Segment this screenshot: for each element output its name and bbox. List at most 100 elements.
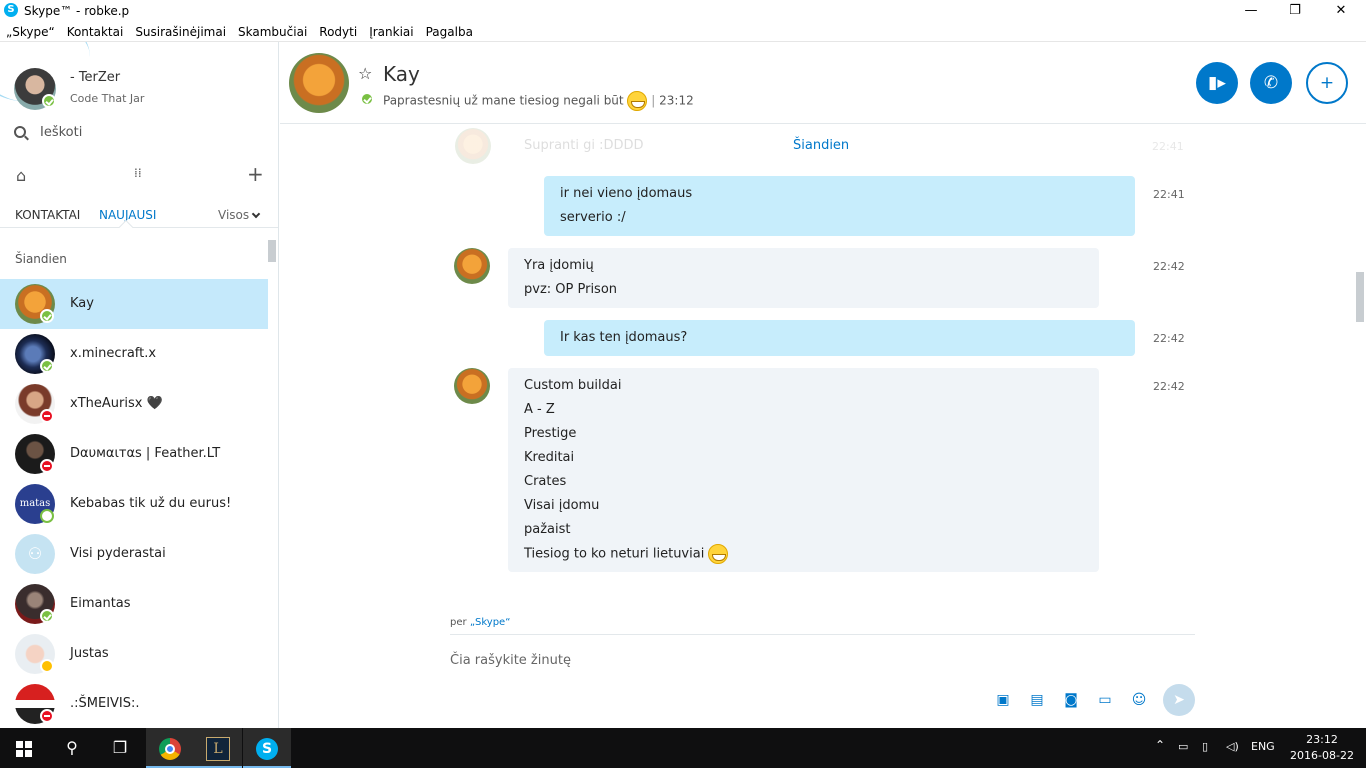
contact-item[interactable]: .:ŠMEIVIS:. bbox=[0, 679, 268, 728]
avatar[interactable] bbox=[454, 368, 490, 404]
sidebar: - TerZer Code That Jar Ieškoti ⌂ ⁞⁞ + KO… bbox=[0, 42, 279, 728]
menu-skype[interactable]: „Skype“ bbox=[0, 22, 61, 42]
conversation-scrollbar[interactable] bbox=[1356, 272, 1364, 322]
message-input[interactable]: Čia rašykite žinutę bbox=[450, 653, 571, 668]
online-status-icon bbox=[42, 94, 56, 108]
restore-button[interactable]: ❐ bbox=[1272, 0, 1318, 22]
menu-conversations[interactable]: Susirašinėjimai bbox=[129, 22, 232, 42]
title-bar: S Skype™ - robke.p — ❐ ✕ bbox=[0, 0, 1366, 22]
search-taskbar-icon[interactable]: ⚲ bbox=[48, 728, 96, 768]
contact-tabs: KONTAKTAI NAUJAUSI Visos bbox=[0, 204, 278, 235]
offline-status-icon bbox=[40, 509, 54, 523]
tab-contacts[interactable]: KONTAKTAI bbox=[15, 208, 80, 222]
contact-item[interactable]: matas Kebabas tik už du eurus! bbox=[0, 479, 268, 529]
via-prefix: per bbox=[450, 617, 467, 628]
message-line: Crates bbox=[524, 474, 567, 489]
search-box[interactable]: Ieškoti bbox=[14, 122, 264, 146]
video-call-button[interactable]: ▮▸ bbox=[1196, 62, 1238, 104]
favorite-star-icon[interactable]: ☆ bbox=[358, 64, 372, 83]
contact-item[interactable]: Eimantas bbox=[0, 579, 268, 629]
volume-icon[interactable]: ◁) bbox=[1226, 740, 1239, 753]
skype-taskbar-icon[interactable]: S bbox=[243, 728, 291, 768]
search-input[interactable]: Ieškoti bbox=[40, 125, 82, 140]
tab-recent[interactable]: NAUJAUSI bbox=[99, 208, 156, 222]
sidebar-scrollbar[interactable] bbox=[268, 240, 276, 262]
day-separator: Šiandien bbox=[793, 138, 850, 153]
video-message-icon[interactable]: ◙ bbox=[1061, 692, 1081, 710]
contact-item[interactable]: xTheAurisx 🖤 bbox=[0, 379, 268, 429]
clock[interactable]: 23:12 2016-08-22 bbox=[1290, 732, 1354, 764]
message-line: ir nei vieno įdomaus bbox=[560, 186, 693, 201]
show-hidden-icons[interactable]: ⌃ bbox=[1155, 738, 1165, 752]
message-list[interactable]: Supranti gi :DDDD 22:41 Šiandien ir nei … bbox=[450, 124, 1195, 594]
busy-status-icon bbox=[40, 409, 54, 423]
close-button[interactable]: ✕ bbox=[1318, 0, 1364, 22]
contact-name: xTheAurisx 🖤 bbox=[70, 396, 163, 411]
minimize-button[interactable]: — bbox=[1228, 0, 1274, 22]
network-icon[interactable]: ▯ bbox=[1202, 740, 1208, 753]
contact-list: Kay x.minecraft.x xTheAurisx 🖤 Dαυмαιтαѕ… bbox=[0, 279, 268, 728]
contact-item[interactable]: Kay bbox=[0, 279, 268, 329]
tab-indicator bbox=[118, 219, 134, 235]
chrome-icon[interactable] bbox=[146, 728, 194, 768]
online-status-icon bbox=[360, 92, 374, 106]
menu-help[interactable]: Pagalba bbox=[420, 22, 479, 42]
send-photo-icon[interactable]: ▣ bbox=[993, 692, 1013, 710]
audio-call-button[interactable]: ✆ bbox=[1250, 62, 1292, 104]
message-line: pvz: OP Prison bbox=[524, 282, 618, 297]
via-link[interactable]: „Skype“ bbox=[470, 617, 511, 628]
menu-contacts[interactable]: Kontaktai bbox=[61, 22, 130, 42]
filter-dropdown[interactable]: Visos bbox=[218, 208, 261, 222]
start-button[interactable] bbox=[0, 728, 48, 768]
section-header-today: Šiandien bbox=[15, 252, 67, 266]
faded-time: 22:41 bbox=[1152, 140, 1184, 153]
contact-item[interactable]: ⚇ Visi pyderastai bbox=[0, 529, 268, 579]
window-title: Skype™ - robke.p bbox=[24, 4, 130, 18]
profile-mood[interactable]: Code That Jar bbox=[70, 92, 144, 105]
send-file-icon[interactable]: ▤ bbox=[1027, 692, 1047, 710]
message-time: 22:42 bbox=[1153, 380, 1185, 393]
mood-text: Paprastesnių už mane tiesiog negali būt bbox=[383, 93, 624, 108]
send-contact-icon[interactable]: ▭ bbox=[1095, 692, 1115, 710]
emoticon-icon[interactable]: ☺ bbox=[1129, 692, 1149, 710]
outgoing-message[interactable]: ir nei vieno įdomaus serverio :/ bbox=[544, 176, 1135, 236]
menu-tools[interactable]: Įrankiai bbox=[363, 22, 419, 42]
avatar[interactable] bbox=[454, 248, 490, 284]
message-line: Yra įdomių bbox=[524, 258, 594, 273]
contact-name: x.minecraft.x bbox=[70, 346, 157, 361]
message-line: Custom buildai bbox=[524, 378, 622, 393]
contact-name: Justas bbox=[70, 646, 109, 661]
mood-time: 23:12 bbox=[659, 93, 694, 108]
faded-text: Supranti gi :DDDD bbox=[524, 138, 644, 153]
menu-calls[interactable]: Skambučiai bbox=[232, 22, 313, 42]
contact-item[interactable]: x.minecraft.x bbox=[0, 329, 268, 379]
contact-item[interactable]: Dαυмαιтαѕ | Feather.LT bbox=[0, 429, 268, 479]
menu-view[interactable]: Rodyti bbox=[313, 22, 363, 42]
chevron-down-icon bbox=[251, 209, 261, 219]
profile-name[interactable]: - TerZer bbox=[70, 70, 120, 85]
incoming-message[interactable]: Yra įdomių pvz: OP Prison bbox=[508, 248, 1099, 308]
compose-divider bbox=[450, 634, 1195, 635]
add-icon[interactable]: + bbox=[247, 162, 264, 186]
contact-item[interactable]: Justas bbox=[0, 629, 268, 679]
conversation-header: ☆ Kay Paprastesnių už mane tiesiog negal… bbox=[280, 42, 1366, 124]
send-button[interactable]: ➤ bbox=[1163, 684, 1195, 716]
online-status-icon bbox=[40, 609, 54, 623]
clock-date: 2016-08-22 bbox=[1290, 749, 1354, 762]
home-icon[interactable]: ⌂ bbox=[16, 166, 26, 185]
message-line: Visai įdomu bbox=[524, 498, 600, 513]
contact-name: Visi pyderastai bbox=[70, 546, 166, 561]
skype-logo-icon: S bbox=[4, 3, 18, 17]
task-view-icon[interactable]: ❐ bbox=[96, 728, 144, 768]
incoming-message[interactable]: Custom buildai A - Z Prestige Kreditai C… bbox=[508, 368, 1099, 572]
battery-icon[interactable]: ▭ bbox=[1178, 740, 1188, 753]
language-indicator[interactable]: ENG bbox=[1251, 740, 1275, 753]
dialpad-icon[interactable]: ⁞⁞ bbox=[134, 166, 142, 180]
add-people-button[interactable]: + bbox=[1306, 62, 1348, 104]
outgoing-message[interactable]: Ir kas ten įdomaus? bbox=[544, 320, 1135, 356]
conversation-title[interactable]: Kay bbox=[383, 62, 420, 86]
league-client-icon[interactable]: L bbox=[194, 728, 242, 768]
taskbar: ⚲ ❐ L S ⌃ ▭ ▯ ◁) ENG 23:12 2016-08-22 bbox=[0, 728, 1366, 768]
contact-avatar[interactable] bbox=[289, 53, 349, 113]
busy-status-icon bbox=[40, 459, 54, 473]
